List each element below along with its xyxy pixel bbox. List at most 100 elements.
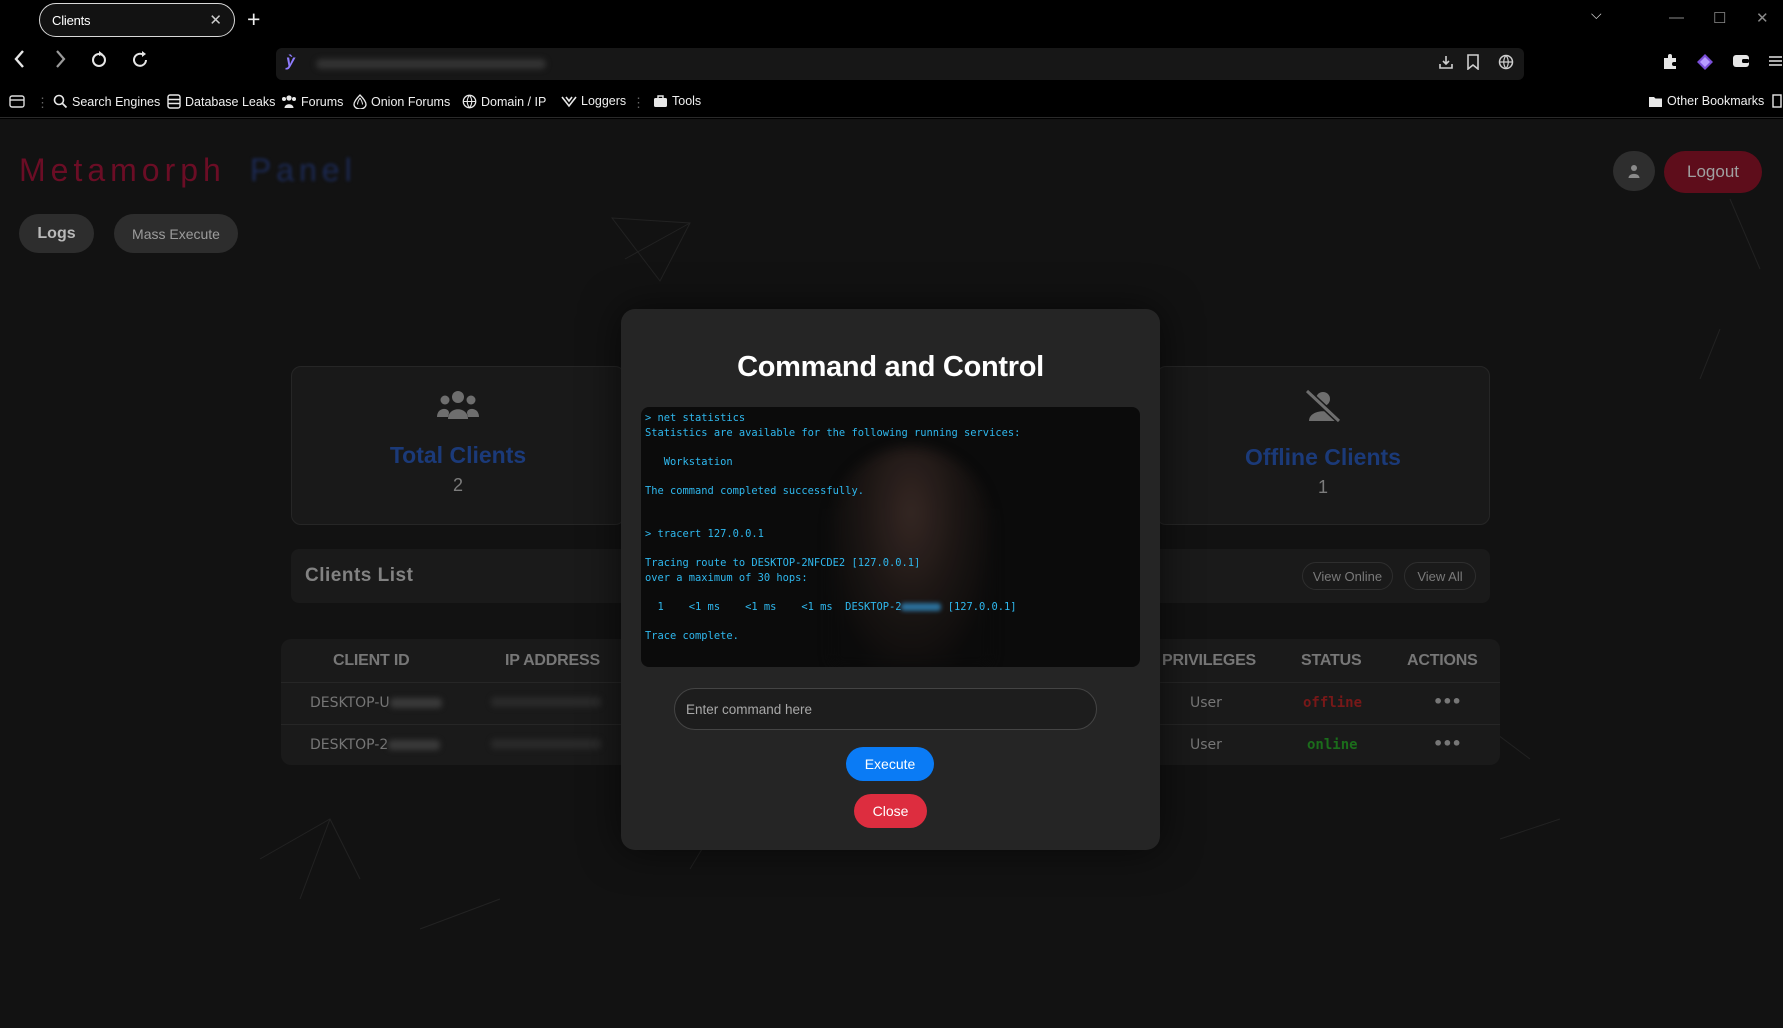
bookmark-search-engines[interactable]: Search Engines (53, 94, 160, 109)
extension-diamond-icon[interactable] (1696, 53, 1714, 76)
command-control-modal: Command and Control > net statistics Stat… (621, 309, 1160, 850)
terminal-text: > net statistics Statistics are available… (645, 411, 1020, 643)
terminal-line: > net statistics (645, 412, 746, 424)
toolbox-icon (654, 95, 667, 107)
forward-icon[interactable] (52, 48, 68, 78)
vpn-globe-icon[interactable] (1498, 54, 1514, 75)
user-profile-button[interactable] (1613, 151, 1655, 191)
reload-page-icon[interactable] (90, 48, 108, 78)
column-header: CLIENT ID (333, 652, 410, 669)
privileges-cell: User (1190, 737, 1222, 753)
reading-list-icon[interactable] (1772, 94, 1782, 108)
bookmark-onion-forums[interactable]: Onion Forums (353, 94, 450, 109)
extensions-puzzle-icon[interactable] (1661, 53, 1679, 76)
bookmark-label: Onion Forums (371, 94, 451, 109)
wallet-icon[interactable] (1732, 53, 1750, 74)
row-actions-menu[interactable]: ••• (1433, 734, 1462, 753)
search-icon (53, 94, 68, 109)
terminal-line: > tracert 127.0.0.1 (645, 528, 764, 540)
terminal-line: The command completed successfully. (645, 484, 864, 497)
bookmark-label: Loggers (581, 94, 627, 108)
ip-address-cell (491, 695, 601, 711)
people-icon (282, 95, 296, 108)
column-header: STATUS (1301, 652, 1362, 669)
logs-button[interactable]: Logs (19, 214, 94, 253)
bookmark-database-leaks[interactable]: Database Leaks (167, 94, 275, 109)
bookmark-domain-ip[interactable]: Domain / IP (462, 94, 546, 109)
column-header: ACTIONS (1407, 652, 1478, 669)
bookmark-icon[interactable] (1466, 54, 1480, 75)
site-logo-icon: ỳ (286, 53, 295, 70)
download-icon[interactable] (1438, 54, 1454, 75)
database-icon (167, 94, 181, 109)
tab-clients[interactable]: Clients ✕ (39, 3, 235, 37)
bookmarks-separator: ⋮ (632, 95, 645, 110)
other-bookmarks[interactable]: Other Bookmarks (1648, 94, 1764, 108)
terminal-line: Tracing route to DESKTOP-2NFCDE2 [127.0.… (645, 557, 921, 569)
bookmark-tools[interactable]: Tools (653, 94, 701, 108)
column-header: IP ADDRESS (505, 652, 600, 669)
panel-brand-title: Metamorph Panel (19, 152, 357, 189)
terminal-line: Trace complete. (645, 629, 739, 642)
bookmark-label: Forums (301, 94, 344, 109)
total-clients-card: Total Clients 2 (291, 366, 625, 525)
address-bar[interactable]: ỳ (276, 48, 1524, 80)
terminal-line: over a maximum of 30 hops: (645, 571, 808, 584)
tab-bar: Clients ✕ + ⌵ — ☐ ✕ (0, 0, 1783, 40)
client-id-cell: DESKTOP-2 (310, 737, 441, 753)
privileges-cell: User (1190, 695, 1222, 711)
modal-title: Command and Control (737, 351, 1044, 383)
brand-part2: Panel (249, 152, 357, 188)
logger-icon (561, 96, 577, 108)
bookmark-loggers[interactable]: Loggers (561, 94, 626, 108)
new-tab-icon[interactable]: + (247, 6, 260, 32)
client-id-cell: DESKTOP-U (310, 695, 442, 711)
other-bookmarks-label: Other Bookmarks (1667, 94, 1765, 108)
user-icon (1628, 165, 1640, 178)
folder-icon (1649, 96, 1662, 107)
view-online-button[interactable]: View Online (1302, 562, 1393, 590)
terminal-line: 1 <1 ms <1 ms <1 ms DESKTOP-2 [127.0.0.1… (645, 600, 1017, 613)
bookmark-forums[interactable]: Forums (281, 94, 343, 109)
view-all-button[interactable]: View All (1404, 562, 1476, 590)
bookmarks-bar: ⋮ Search Engines Database Leaks Forums O… (0, 88, 1783, 118)
logout-button[interactable]: Logout (1664, 151, 1762, 193)
back-icon[interactable] (12, 48, 28, 78)
sidebar-toggle-icon[interactable] (9, 94, 25, 108)
navigation-bar: ỳ (0, 41, 1783, 87)
terminal-output: > net statistics Statistics are available… (641, 407, 1140, 667)
menu-icon[interactable] (1768, 53, 1782, 73)
close-icon[interactable]: ✕ (209, 13, 222, 28)
onion-icon (353, 94, 367, 109)
execute-button[interactable]: Execute (846, 747, 934, 781)
status-badge: offline (1303, 695, 1363, 711)
maximize-icon[interactable]: ☐ (1713, 9, 1726, 27)
status-badge: online (1307, 737, 1358, 753)
tab-list-chevron-icon[interactable]: ⌵ (1591, 6, 1602, 23)
ip-address-cell (491, 737, 601, 753)
offline-clients-card: Offline Clients 1 (1156, 366, 1490, 525)
total-clients-value: 2 (452, 475, 463, 495)
clients-list-title: Clients List (305, 565, 414, 586)
close-button[interactable]: Close (854, 794, 927, 828)
row-actions-menu[interactable]: ••• (1433, 692, 1462, 711)
globe-icon (462, 94, 477, 109)
offline-clients-value: 1 (1317, 477, 1328, 497)
minimize-icon[interactable]: — (1669, 9, 1684, 26)
column-header: PRIVILEGES (1162, 652, 1257, 669)
bookmark-label: Domain / IP (481, 94, 547, 109)
browser-window: Clients ✕ + ⌵ — ☐ ✕ ỳ ⋮ Search Engines D… (0, 0, 1783, 1028)
window-close-icon[interactable]: ✕ (1756, 9, 1769, 27)
refresh-icon[interactable] (131, 48, 149, 78)
bookmarks-separator: ⋮ (36, 95, 49, 110)
total-clients-label: Total Clients (389, 442, 527, 468)
brand-part1: Metamorph (19, 152, 226, 188)
command-input[interactable] (674, 688, 1097, 730)
mass-execute-button[interactable]: Mass Execute (114, 214, 238, 253)
